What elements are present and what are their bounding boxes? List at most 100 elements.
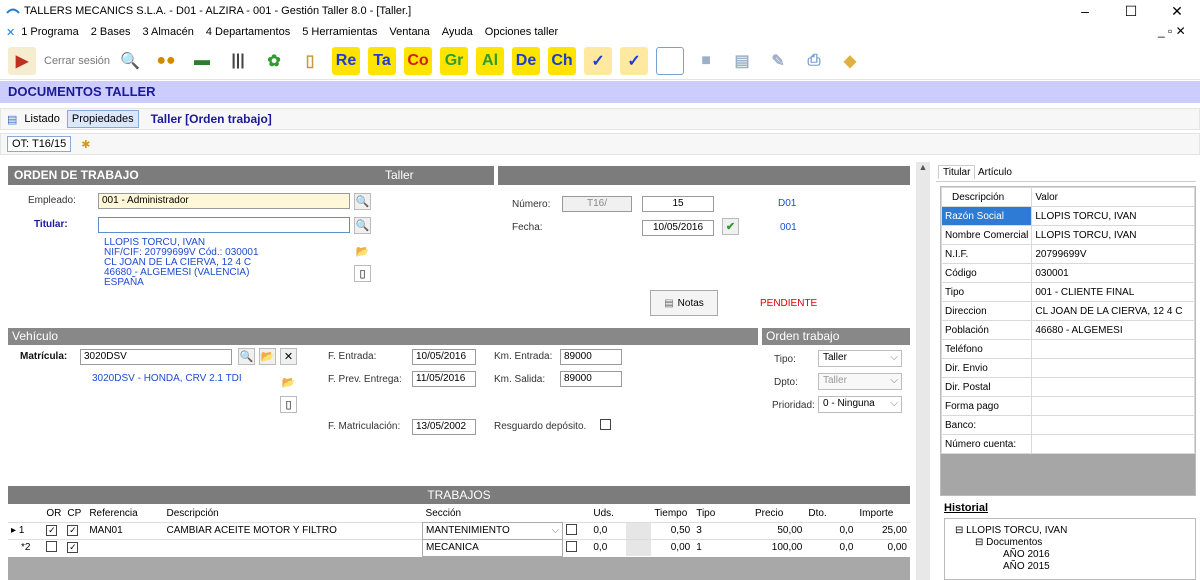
minimize-button[interactable]: –: [1062, 0, 1108, 22]
tab-listado[interactable]: Listado: [19, 110, 64, 128]
row-checkbox[interactable]: [566, 540, 578, 552]
col-cp[interactable]: CP: [64, 505, 86, 522]
property-row[interactable]: Nombre Comercial LLOPIS TORCU, IVAN: [940, 225, 1195, 245]
cell-tiempo[interactable]: 0,00: [651, 539, 693, 556]
open-folder-icon[interactable]: 📂: [354, 243, 371, 260]
property-row[interactable]: Direccion CL JOAN DE LA CIERVA, 12 4 C: [940, 301, 1195, 321]
folder-icon[interactable]: ✓: [620, 46, 649, 75]
tab-articulo[interactable]: Artículo: [978, 167, 1012, 178]
col-importe[interactable]: Importe: [856, 505, 910, 522]
cell-precio[interactable]: 100,00: [752, 539, 805, 556]
cell-tipo[interactable]: 1: [693, 539, 752, 556]
property-row[interactable]: Dir. Postal: [940, 377, 1195, 397]
property-row[interactable]: Razón Social LLOPIS TORCU, IVAN: [940, 206, 1195, 226]
de-icon[interactable]: De: [512, 46, 541, 75]
col-uds[interactable]: Uds.: [590, 505, 626, 522]
tools-icon[interactable]: ✿: [260, 47, 288, 75]
clipboard-icon[interactable]: ▯: [296, 47, 324, 75]
cp-checkbox[interactable]: ✓: [67, 542, 79, 554]
notas-button[interactable]: ▤ Notas: [650, 290, 718, 316]
cell-importe[interactable]: 0,00: [856, 539, 910, 556]
menu-bases[interactable]: 2 Bases: [91, 26, 131, 38]
col-tiempo[interactable]: Tiempo: [651, 505, 693, 522]
barcode-icon[interactable]: |||: [224, 47, 252, 75]
f-matric-field[interactable]: 13/05/2002: [412, 419, 476, 435]
logout-button[interactable]: Cerrar sesión: [44, 55, 110, 67]
eraser-icon[interactable]: ◆: [836, 47, 864, 75]
scrollbar[interactable]: ▲: [916, 162, 930, 580]
col-dto[interactable]: Dto.: [805, 505, 856, 522]
cell-importe[interactable]: 25,00: [856, 522, 910, 539]
cell-seccion[interactable]: MECANICA: [422, 538, 564, 557]
open-vehiculo-icon[interactable]: 📂: [259, 348, 276, 365]
km-entrada-field[interactable]: 89000: [560, 349, 622, 365]
menu-opciones-taller[interactable]: Opciones taller: [485, 26, 558, 38]
col-referencia[interactable]: Referencia: [86, 505, 163, 522]
menu-almacen[interactable]: 3 Almacén: [142, 26, 193, 38]
table-row[interactable]: ▸ 1 ✓ ✓ MAN01 CAMBIAR ACEITE MOTOR Y FIL…: [8, 521, 910, 540]
col-descripcion[interactable]: Descripción: [164, 505, 423, 522]
confirm-icon[interactable]: ✔: [722, 218, 739, 235]
collapse-icon[interactable]: ⊟: [975, 537, 983, 548]
tree-node[interactable]: ⊟ Documentos: [975, 537, 1042, 548]
tipo-select[interactable]: Taller ⌵: [818, 350, 902, 367]
tree-node[interactable]: AÑO 2015: [1003, 561, 1050, 572]
cell-seccion[interactable]: MANTENIMIENTO ⌵: [422, 521, 564, 540]
print-preview-icon[interactable]: ▤: [728, 47, 756, 75]
new-doc-icon[interactable]: ▯: [280, 396, 297, 413]
tab-ot[interactable]: OT: T16/15: [7, 136, 72, 152]
col-seccion[interactable]: Sección: [423, 505, 563, 522]
new-doc-icon[interactable]: ▯: [354, 265, 371, 282]
gr-icon[interactable]: Gr: [440, 46, 469, 75]
cell-uds[interactable]: 0,0: [590, 539, 626, 556]
menu-programa[interactable]: 1 Programa: [21, 26, 78, 38]
mdi-controls[interactable]: _ ▫ ✕: [1158, 24, 1186, 38]
property-row[interactable]: Banco:: [940, 415, 1195, 435]
property-row[interactable]: Dir. Envio: [940, 358, 1195, 378]
cell-tipo[interactable]: 3: [693, 522, 752, 539]
cell-dto[interactable]: 0,0: [805, 539, 856, 556]
resguardo-checkbox[interactable]: [600, 419, 611, 430]
clear-vehiculo-icon[interactable]: ✕: [280, 348, 297, 365]
cell-descripcion[interactable]: [164, 539, 423, 556]
row-checkbox[interactable]: [566, 523, 578, 535]
or-checkbox[interactable]: ✓: [46, 525, 58, 536]
tab-titular[interactable]: Titular: [938, 165, 976, 179]
table-row[interactable]: *2 ✓ MECANICA 0,0 0,00 1 100,00 0,0 0,00: [8, 538, 910, 557]
menu-herramientas[interactable]: 5 Herramientas: [302, 26, 377, 38]
open-folder-icon[interactable]: 📂: [280, 374, 297, 391]
property-row[interactable]: N.I.F. 20799699V: [940, 244, 1195, 264]
search-icon[interactable]: 🔍: [116, 47, 144, 75]
re-icon[interactable]: Re: [332, 46, 361, 75]
col-tipo[interactable]: Tipo: [693, 505, 752, 522]
close-button[interactable]: ✕: [1154, 0, 1200, 22]
property-row[interactable]: Teléfono: [940, 339, 1195, 359]
property-row[interactable]: Número cuenta:: [940, 434, 1195, 454]
property-row[interactable]: Población 46680 - ALGEMESI: [940, 320, 1195, 340]
prioridad-select[interactable]: 0 - Ninguna ⌵: [818, 396, 902, 413]
users-icon[interactable]: ●●: [152, 47, 180, 75]
cell-uds[interactable]: 0,0: [590, 522, 626, 539]
tab-propiedades[interactable]: Propiedades: [66, 110, 139, 128]
matricula-field[interactable]: 3020DSV: [80, 349, 232, 365]
f-prev-field[interactable]: 11/05/2016: [412, 371, 476, 387]
check-folder-icon[interactable]: ✓: [584, 46, 613, 75]
ta-icon[interactable]: Ta: [368, 46, 397, 75]
menu-ayuda[interactable]: Ayuda: [442, 26, 473, 38]
cp-checkbox[interactable]: ✓: [67, 525, 79, 536]
f-entrada-field[interactable]: 10/05/2016: [412, 349, 476, 365]
empleado-field[interactable]: 001 - Administrador: [98, 193, 350, 209]
printer-icon[interactable]: ⎙: [800, 47, 828, 75]
tree-node[interactable]: ⊟ LLOPIS TORCU, IVAN: [955, 525, 1067, 536]
exit-icon[interactable]: ▶: [8, 46, 36, 75]
property-row[interactable]: Código 030001: [940, 263, 1195, 283]
titular-field[interactable]: [98, 217, 350, 233]
col-or[interactable]: OR: [43, 505, 64, 522]
ch-icon[interactable]: Ch: [548, 46, 577, 75]
cell-referencia[interactable]: MAN01: [86, 522, 163, 539]
maximize-button[interactable]: ☐: [1108, 0, 1154, 22]
cell-dto[interactable]: 0,0: [805, 522, 856, 539]
property-row[interactable]: Forma pago: [940, 396, 1195, 416]
search-empleado-icon[interactable]: 🔍: [354, 193, 371, 210]
menu-ventana[interactable]: Ventana: [389, 26, 429, 38]
